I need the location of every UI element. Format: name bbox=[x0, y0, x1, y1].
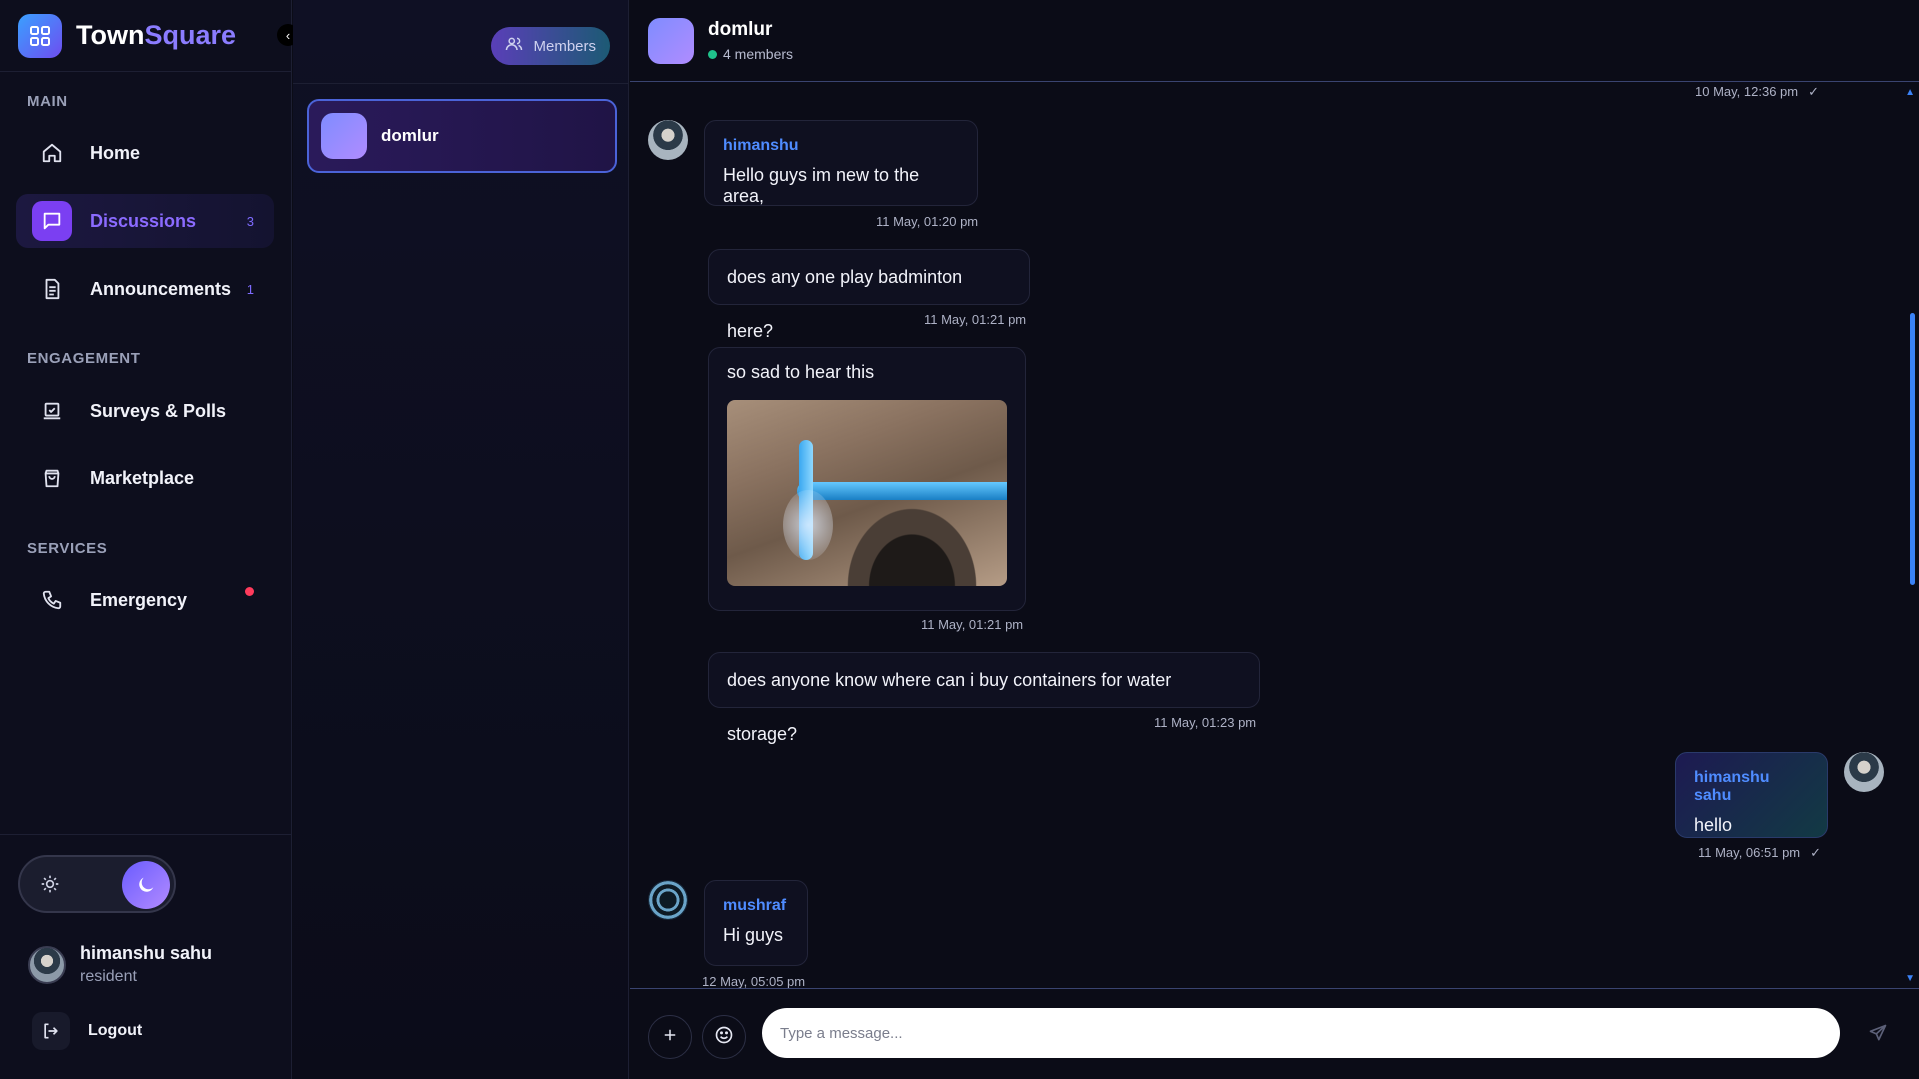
message-author: himanshu sahu bbox=[1694, 769, 1770, 804]
message-author: himanshu bbox=[723, 137, 799, 154]
avatar[interactable] bbox=[648, 880, 688, 920]
message-timestamp: 11 May, 01:20 pm bbox=[876, 214, 979, 229]
sidebar: TownSquare ‹ MAIN Home Discussions 3 Ann… bbox=[0, 0, 299, 1079]
sidebar-item-label: Announcements bbox=[90, 278, 232, 299]
message-bubble: himanshu Hello guys im new to the area, bbox=[704, 120, 978, 206]
channel-list-panel: Members domlur bbox=[293, 0, 629, 1079]
avatar[interactable] bbox=[648, 120, 688, 160]
message-bubble-own: himanshu sahu hello bbox=[1675, 752, 1828, 838]
chat-channel-avatar bbox=[648, 17, 694, 64]
brand-name: TownSquare bbox=[76, 20, 236, 51]
send-button[interactable] bbox=[1856, 1013, 1900, 1057]
logout-label: Logout bbox=[88, 1022, 143, 1039]
moon-icon[interactable] bbox=[122, 861, 170, 909]
home-icon bbox=[32, 133, 72, 173]
user-name: himanshu sahu bbox=[80, 943, 213, 963]
channel-avatar bbox=[321, 113, 367, 159]
message-text: so sad to hear this bbox=[727, 362, 875, 382]
plus-icon bbox=[661, 1026, 679, 1049]
message-text: Hello guys im new to the area, bbox=[723, 165, 920, 206]
message-timestamp: 11 May, 01:23 pm bbox=[1154, 715, 1257, 730]
read-check-icon: ✓ bbox=[1808, 84, 1819, 99]
add-attachment-button[interactable] bbox=[648, 1015, 692, 1059]
message-timestamp: 11 May, 01:21 pm bbox=[921, 617, 1024, 632]
avatar[interactable] bbox=[1844, 752, 1884, 792]
sidebar-item-label: Surveys & Polls bbox=[90, 400, 227, 421]
logout-icon bbox=[32, 1012, 70, 1050]
message-text: Hi guys bbox=[723, 925, 784, 945]
sidebar-item-label: Emergency bbox=[90, 589, 188, 610]
channel-item-domlur[interactable]: domlur bbox=[307, 99, 617, 173]
sidebar-item-emergency[interactable]: Emergency bbox=[16, 573, 274, 627]
shopping-bag-icon bbox=[32, 458, 72, 498]
message-composer bbox=[630, 988, 1919, 1079]
members-button[interactable]: Members bbox=[491, 27, 610, 65]
chat-bubble-icon bbox=[32, 201, 72, 241]
message-text: does any one play badminton here? bbox=[727, 267, 963, 341]
message-input[interactable] bbox=[762, 1008, 1840, 1058]
channel-list-header: Members bbox=[293, 0, 628, 84]
sidebar-item-label: Discussions bbox=[90, 210, 197, 231]
sun-icon[interactable] bbox=[36, 870, 64, 898]
document-icon bbox=[32, 269, 72, 309]
message-author: mushraf bbox=[723, 897, 787, 914]
emergency-alert-dot bbox=[245, 587, 254, 596]
brand: TownSquare ‹ bbox=[0, 0, 299, 72]
channel-name: domlur bbox=[381, 126, 439, 145]
discussions-count-badge: 3 bbox=[246, 213, 254, 229]
scroll-down-arrow[interactable]: ▼ bbox=[1905, 973, 1915, 984]
message-text: does anyone know where can i buy contain… bbox=[727, 670, 1172, 744]
read-check-icon: ✓ bbox=[1810, 845, 1822, 860]
section-engagement: ENGAGEMENT bbox=[27, 350, 141, 367]
logout-button[interactable]: Logout bbox=[32, 1012, 142, 1050]
sidebar-item-home[interactable]: Home bbox=[16, 126, 274, 180]
timestamp-text: 10 May, 12:36 pm bbox=[1695, 84, 1799, 99]
user-role: resident bbox=[80, 968, 137, 985]
phone-icon bbox=[32, 580, 72, 620]
sidebar-item-label: Marketplace bbox=[90, 467, 195, 488]
message-timestamp: 10 May, 12:36 pm ✓ bbox=[1695, 84, 1819, 100]
smiley-icon bbox=[714, 1025, 734, 1050]
online-indicator bbox=[708, 49, 717, 59]
message-bubble: so sad to hear this bbox=[708, 347, 1026, 611]
scrollbar-thumb[interactable] bbox=[1910, 313, 1915, 585]
avatar bbox=[28, 945, 66, 984]
message-bubble: does anyone know where can i buy contain… bbox=[708, 652, 1260, 744]
chat-member-count: 4 members bbox=[708, 46, 793, 62]
send-icon bbox=[1868, 1023, 1888, 1048]
section-services: SERVICES bbox=[27, 540, 108, 557]
scroll-up-arrow[interactable]: ▲ bbox=[1905, 87, 1915, 98]
section-main: MAIN bbox=[27, 93, 68, 110]
timestamp-text: 11 May, 06:51 pm bbox=[1698, 845, 1801, 860]
emoji-button[interactable] bbox=[702, 1015, 746, 1059]
theme-toggle[interactable] bbox=[18, 855, 176, 913]
message-bubble: mushraf Hi guys bbox=[704, 880, 808, 966]
poll-icon bbox=[32, 391, 72, 431]
members-icon bbox=[505, 35, 523, 57]
sidebar-item-surveys[interactable]: Surveys & Polls bbox=[16, 384, 274, 438]
sidebar-item-discussions[interactable]: Discussions 3 bbox=[16, 194, 274, 248]
sidebar-item-marketplace[interactable]: Marketplace bbox=[16, 451, 274, 505]
message-bubble: does any one play badminton here? bbox=[708, 249, 1030, 341]
current-user[interactable]: himanshu sahu resident bbox=[28, 943, 212, 986]
sidebar-item-label: Home bbox=[90, 142, 141, 163]
member-count-text: 4 members bbox=[723, 46, 794, 62]
brand-name-part2: Square bbox=[144, 20, 237, 50]
message-timestamp: 12 May, 05:05 pm bbox=[702, 974, 806, 988]
sidebar-item-announcements[interactable]: Announcements 1 bbox=[16, 262, 274, 316]
message-list[interactable]: 10 May, 12:36 pm ✓ himanshu Hello guys im… bbox=[630, 83, 1919, 988]
sidebar-footer: himanshu sahu resident Logout bbox=[0, 834, 292, 1079]
water-pipe-leak-photo[interactable] bbox=[727, 400, 1007, 586]
message-timestamp: 11 May, 06:51 pm ✓ bbox=[1698, 845, 1821, 861]
chat-header: domlur 4 members bbox=[630, 0, 1919, 82]
chat-panel: domlur 4 members 10 May, 12:36 pm ✓ himan… bbox=[630, 0, 1919, 1079]
members-label: Members bbox=[533, 37, 596, 55]
announcements-count-badge: 1 bbox=[246, 281, 254, 297]
grid-icon[interactable] bbox=[18, 13, 62, 58]
chat-title: domlur bbox=[708, 19, 773, 40]
brand-name-part1: Town bbox=[76, 20, 145, 50]
message-timestamp: 11 May, 01:21 pm bbox=[924, 312, 1027, 327]
message-text: hello bbox=[1694, 815, 1733, 835]
